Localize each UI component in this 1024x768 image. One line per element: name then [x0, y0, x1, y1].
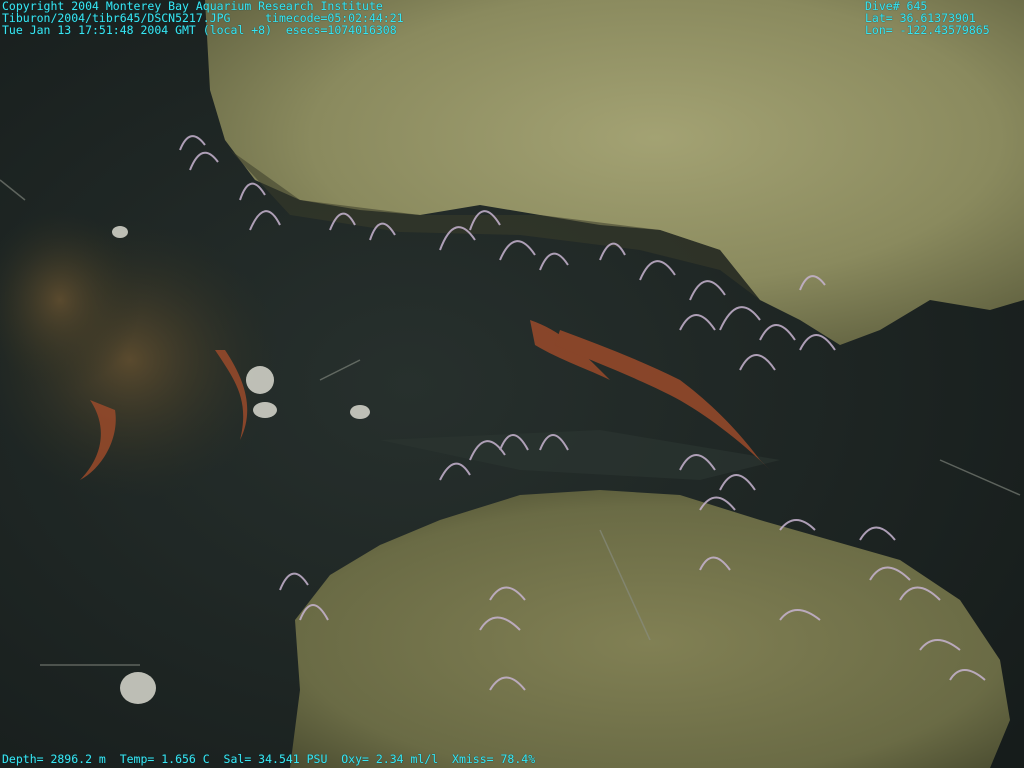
datetime-line: Tue Jan 13 17:51:48 2004 GMT (local +8) …	[2, 23, 397, 37]
telemetry-overlay: Copyright 2004 Monterey Bay Aquarium Res…	[0, 0, 1024, 768]
longitude: Lon= -122.43579865	[865, 23, 990, 37]
sensor-readout: Depth= 2896.2 m Temp= 1.656 C Sal= 34.54…	[2, 752, 536, 766]
